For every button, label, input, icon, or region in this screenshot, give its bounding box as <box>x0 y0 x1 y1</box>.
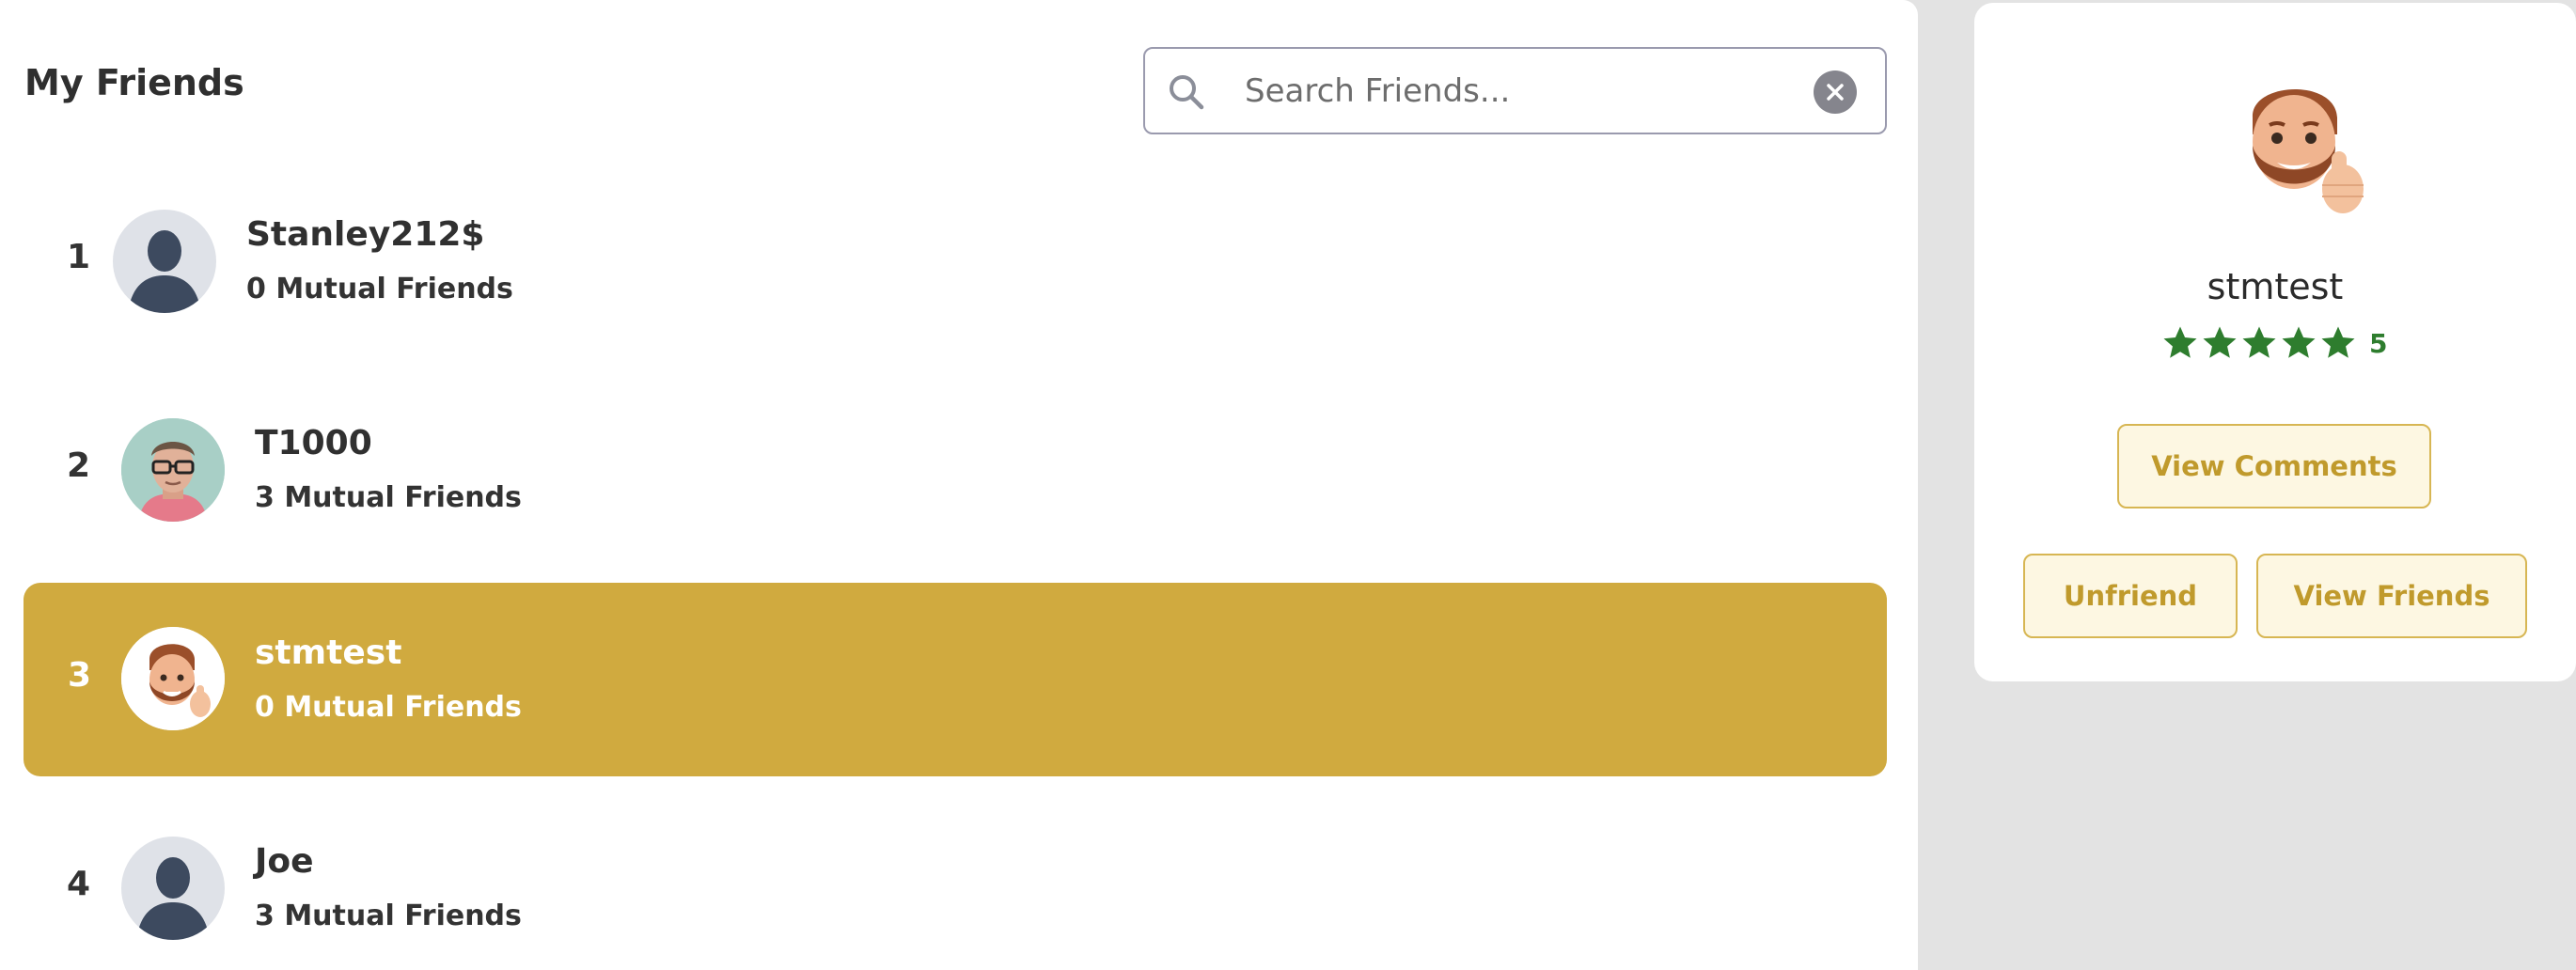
star-icon <box>2282 326 2316 358</box>
friend-mutual-count: 3 Mutual Friends <box>255 481 522 514</box>
friend-rank: 4 <box>67 865 91 903</box>
default-user-icon <box>136 857 210 940</box>
avatar <box>121 627 225 730</box>
profile-name: stmtest <box>2207 266 2344 307</box>
page-title: My Friends <box>24 62 244 103</box>
friend-rank: 2 <box>67 446 91 485</box>
star-icon <box>2321 326 2355 358</box>
view-friends-button[interactable]: View Friends <box>2256 554 2527 638</box>
view-comments-button[interactable]: View Comments <box>2117 424 2431 508</box>
avatar <box>121 837 225 940</box>
star-icon <box>2242 326 2276 358</box>
friends-list-panel: My Friends 1 Stanley212$ 0 Mutual Friend… <box>0 0 1918 970</box>
avatar <box>113 210 216 313</box>
avatar <box>121 418 225 522</box>
friend-row-selected[interactable]: 3 stmtest 0 Mutual Friends <box>24 583 1887 776</box>
friend-name[interactable]: T1000 <box>255 424 372 462</box>
unfriend-button[interactable]: Unfriend <box>2023 554 2238 638</box>
star-rating: 5 <box>2160 321 2387 366</box>
friend-mutual-count: 0 Mutual Friends <box>255 691 522 724</box>
profile-avatar-icon <box>2252 88 2364 213</box>
rating-value: 5 <box>2369 327 2388 359</box>
friend-profile-card: stmtest 5 View Comments Unfriend View Fr… <box>1974 3 2576 681</box>
star-icon <box>2203 326 2237 358</box>
friend-name[interactable]: Stanley212$ <box>246 215 484 254</box>
clear-search-icon[interactable] <box>1814 70 1857 114</box>
friend-row[interactable]: 2 T1000 3 Mutual Friends <box>24 373 1887 567</box>
memoji-icon <box>121 627 225 730</box>
default-user-icon <box>128 230 201 313</box>
user-photo-icon <box>121 418 225 522</box>
star-icon <box>2163 326 2197 358</box>
search-input[interactable] <box>1245 62 1799 120</box>
friend-mutual-count: 0 Mutual Friends <box>246 273 513 305</box>
friend-row[interactable]: 1 Stanley212$ 0 Mutual Friends <box>24 164 1887 358</box>
search-box[interactable] <box>1143 47 1887 134</box>
friend-name[interactable]: Joe <box>255 842 314 881</box>
friend-rank: 3 <box>68 656 92 695</box>
friend-rank: 1 <box>67 238 91 276</box>
friend-name[interactable]: stmtest <box>255 634 401 672</box>
search-icon <box>1170 75 1204 110</box>
friend-row[interactable]: 4 Joe 3 Mutual Friends <box>24 791 1887 970</box>
friend-mutual-count: 3 Mutual Friends <box>255 900 522 932</box>
